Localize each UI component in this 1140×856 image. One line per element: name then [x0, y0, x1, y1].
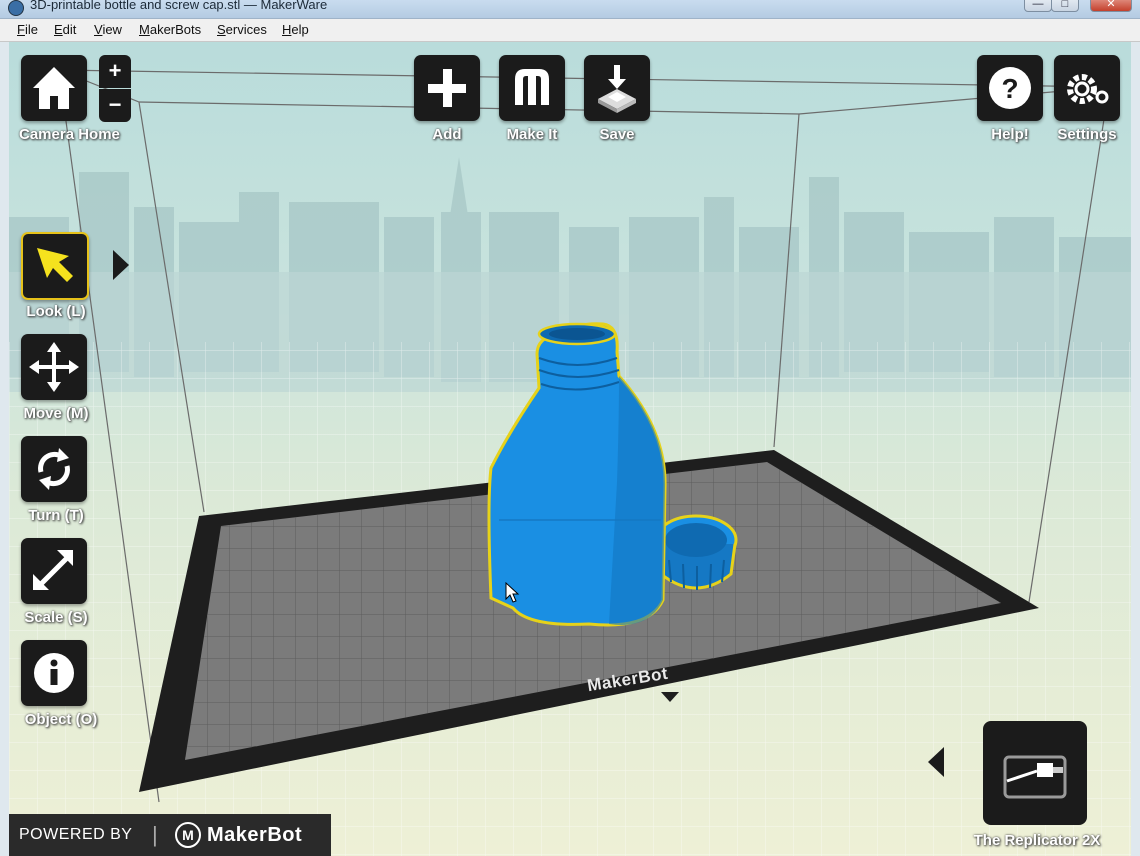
- makerbot-m-icon: [515, 69, 549, 105]
- close-button[interactable]: ✕: [1090, 0, 1132, 12]
- camera-home-label: Camera Home: [19, 126, 120, 143]
- scale-arrow-icon: [33, 550, 73, 590]
- settings-label: Settings: [1057, 126, 1117, 143]
- menu-view[interactable]: View: [94, 22, 122, 37]
- menu-label: elp: [291, 22, 309, 37]
- powered-by-banner: POWERED BY | M MakerBot: [9, 814, 331, 856]
- home-icon: [33, 67, 75, 109]
- menu-accel: S: [217, 22, 226, 37]
- minimize-button[interactable]: —: [1024, 0, 1052, 12]
- printer-panel-expand-arrow[interactable]: [928, 747, 944, 777]
- add-label: Add: [432, 126, 462, 143]
- makerbot-brand-text: MakerBot: [207, 824, 303, 846]
- makerware-app-icon: [8, 0, 24, 16]
- info-icon: [34, 653, 74, 693]
- menu-accel: M: [139, 22, 150, 37]
- object-tool-button[interactable]: [21, 640, 87, 706]
- menu-edit[interactable]: Edit: [54, 22, 76, 37]
- rotate-icon: [38, 448, 70, 490]
- menu-label: dit: [62, 22, 77, 37]
- help-label: Help!: [991, 126, 1029, 143]
- gear-icon: [1067, 74, 1109, 104]
- scale-tool-label: Scale (S): [24, 609, 88, 626]
- printer-select-button[interactable]: [983, 721, 1087, 825]
- move-tool-button[interactable]: [21, 334, 87, 400]
- settings-button[interactable]: [1054, 55, 1120, 121]
- look-tool-button[interactable]: [21, 232, 89, 300]
- zoom-out-button[interactable]: −: [99, 89, 131, 122]
- expand-tools-arrow[interactable]: [113, 250, 129, 280]
- menu-help[interactable]: Help: [282, 22, 309, 37]
- save-button[interactable]: [584, 55, 650, 121]
- usb-printer-icon: [1003, 755, 1067, 799]
- menu-accel: E: [54, 22, 63, 37]
- menu-label: iew: [102, 22, 122, 37]
- menu-accel: H: [282, 22, 292, 37]
- menu-file[interactable]: File: [17, 22, 38, 37]
- makerbot-logo-icon: M: [175, 822, 201, 848]
- menu-label: akerBots: [149, 22, 202, 37]
- menu-label: ile: [24, 22, 38, 37]
- menu-accel: F: [17, 22, 25, 37]
- move-tool-label: Move (M): [23, 405, 89, 422]
- add-button[interactable]: [414, 55, 480, 121]
- zoom-in-button[interactable]: +: [99, 55, 131, 88]
- pointer-arrow-icon: [37, 248, 73, 282]
- save-print-icon: [598, 65, 636, 113]
- turn-tool-label: Turn (T): [28, 507, 84, 524]
- move-arrows-icon: [29, 342, 79, 392]
- help-button[interactable]: ?: [977, 55, 1043, 121]
- camera-home-button[interactable]: [21, 55, 87, 121]
- menu-label: ervices: [225, 22, 267, 37]
- question-icon: ?: [989, 67, 1031, 109]
- make-it-button[interactable]: [499, 55, 565, 121]
- menu-bar: File Edit View MakerBots Services Help: [0, 19, 1140, 42]
- window-titlebar: 3D-printable bottle and screw cap.stl — …: [0, 0, 1140, 19]
- menu-services[interactable]: Services: [217, 22, 267, 37]
- menu-makerbots[interactable]: MakerBots: [139, 22, 201, 37]
- scale-tool-button[interactable]: [21, 538, 87, 604]
- turn-tool-button[interactable]: [21, 436, 87, 502]
- powered-by-separator: |: [152, 822, 158, 847]
- svg-text:?: ?: [1001, 73, 1018, 104]
- printer-name-label: The Replicator 2X: [973, 832, 1101, 849]
- 3d-viewport[interactable]: MakerBot Camera Home + − Add Make It Sav…: [9, 42, 1131, 856]
- save-label: Save: [599, 126, 635, 143]
- window-title: 3D-printable bottle and screw cap.stl — …: [30, 0, 328, 12]
- plus-icon: [428, 69, 466, 107]
- mouse-cursor-icon: [505, 582, 520, 603]
- object-tool-label: Object (O): [24, 711, 98, 728]
- look-tool-label: Look (L): [26, 303, 86, 320]
- make-it-label: Make It: [506, 126, 558, 143]
- maximize-button[interactable]: □: [1051, 0, 1079, 12]
- powered-by-text: POWERED BY: [19, 826, 133, 843]
